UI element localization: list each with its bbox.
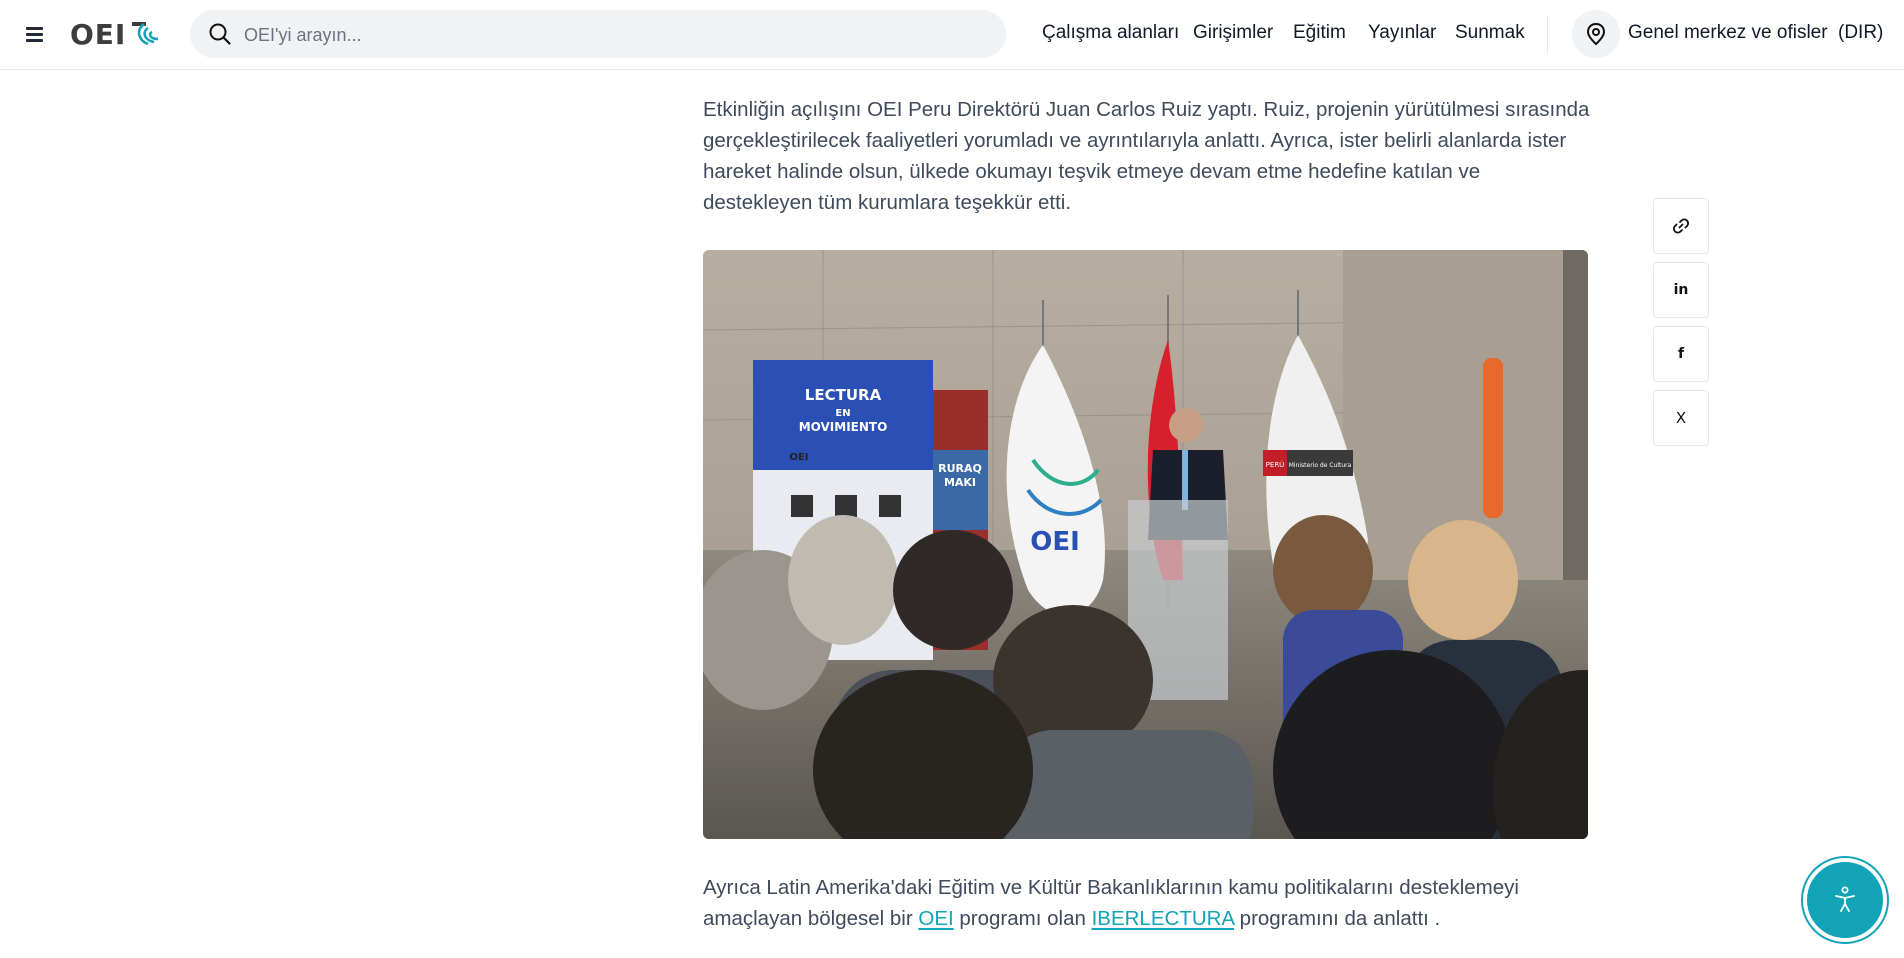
article-paragraph-2: Ayrıca Latin Amerika'daki Eğitim ve Kült…: [703, 872, 1593, 934]
flag-text: OEI: [1030, 527, 1080, 557]
copy-link-button[interactable]: [1653, 198, 1709, 254]
nav-egitim[interactable]: Eğitim: [1293, 22, 1346, 44]
oei-logo[interactable]: OEI: [70, 16, 160, 52]
x-icon: X: [1675, 409, 1687, 427]
language-selector[interactable]: (DIR): [1838, 22, 1883, 44]
side-banner-1: RURAQ: [938, 462, 982, 475]
banner-title-1: LECTURA: [805, 386, 882, 404]
logo-wave-icon: [132, 22, 159, 46]
search-bar[interactable]: [190, 10, 1006, 60]
side-banner-2: MAKI: [944, 476, 976, 489]
nav-calisma-alanlari[interactable]: Çalışma alanları: [1042, 22, 1179, 44]
search-input[interactable]: [242, 10, 986, 60]
share-x-button[interactable]: X: [1653, 390, 1709, 446]
event-photo-illustration: LECTURA EN MOVIMIENTO OEI RURAQ MAKI OEI…: [703, 250, 1588, 839]
search-icon: [209, 23, 231, 45]
event-photo: LECTURA EN MOVIMIENTO OEI RURAQ MAKI OEI…: [703, 250, 1588, 839]
linkedin-icon: in: [1673, 282, 1689, 298]
nav-girisimler[interactable]: Girişimler: [1193, 22, 1273, 44]
logo-text: OEI: [70, 17, 127, 51]
hamburger-menu-icon[interactable]: [24, 24, 48, 44]
paragraph-2-text-b: programı olan: [953, 907, 1092, 930]
nav-sunmak[interactable]: Sunmak: [1455, 22, 1525, 44]
facebook-icon: f: [1677, 346, 1685, 362]
paragraph-2-text-c: programını da anlattı .: [1233, 907, 1441, 930]
banner-title-2: EN: [835, 408, 850, 419]
iberlectura-link[interactable]: IBERLECTURA: [1092, 907, 1234, 930]
banner-title-3: MOVIMIENTO: [799, 420, 888, 434]
top-header: OEI Çalışma alanları Girişimler Eğitim Y…: [0, 0, 1904, 70]
link-icon: [1672, 218, 1690, 234]
nav-yayinlar[interactable]: Yayınlar: [1368, 22, 1436, 44]
share-linkedin-button[interactable]: in: [1653, 262, 1709, 318]
nav-divider: [1547, 17, 1548, 53]
podium-sign-2: Ministerio de Cultura: [1289, 462, 1352, 469]
accessibility-icon: [1835, 886, 1855, 912]
share-facebook-button[interactable]: f: [1653, 326, 1709, 382]
accessibility-button[interactable]: [1803, 858, 1887, 942]
location-pin-icon[interactable]: [1572, 10, 1620, 58]
podium-sign-1: PERÚ: [1266, 460, 1285, 469]
offices-link[interactable]: Genel merkez ve ofisler: [1628, 22, 1828, 44]
article-paragraph-1: Etkinliğin açılışını OEI Peru Direktörü …: [703, 98, 1590, 214]
banner-org: OEI: [789, 452, 808, 463]
oei-link[interactable]: OEI: [918, 907, 953, 930]
